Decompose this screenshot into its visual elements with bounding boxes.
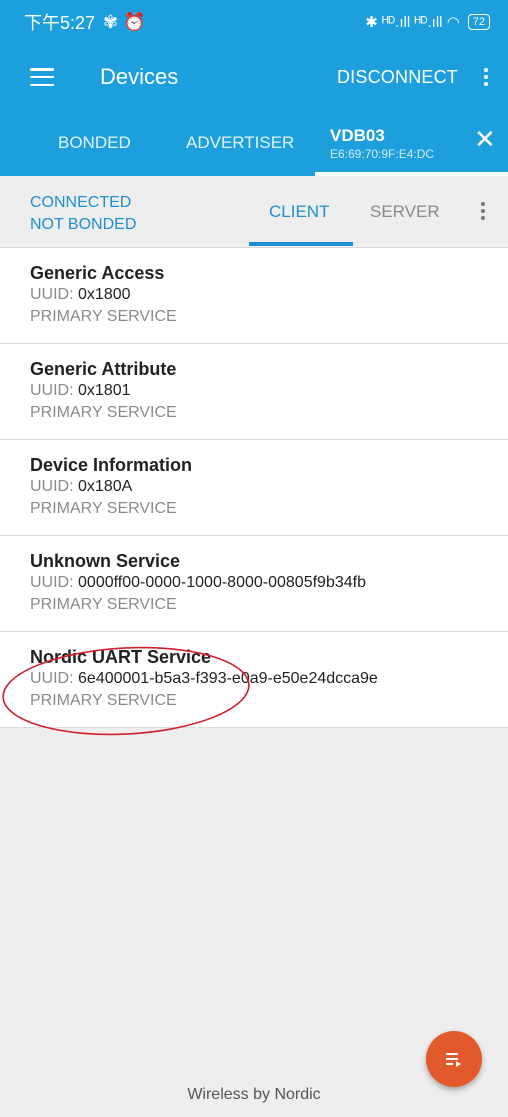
tab-client[interactable]: CLIENT: [269, 202, 329, 222]
service-name: Device Information: [30, 455, 193, 475]
page-title: Devices: [100, 64, 179, 89]
service-item[interactable]: Generic Access UUID: 0x1800 PRIMARY SERV…: [0, 248, 508, 344]
service-uuid: 0000ff00-0000-1000-8000-00805f9b34fb: [78, 574, 366, 591]
connected-label: CONNECTED: [30, 194, 132, 211]
log-fab-button[interactable]: [426, 1031, 482, 1087]
status-glyphs: ✾ ⏰: [103, 11, 146, 32]
service-item[interactable]: Unknown Service UUID: 0000ff00-0000-1000…: [0, 536, 508, 632]
service-name: Generic Access: [30, 263, 165, 283]
service-uuid: 0x180A: [78, 478, 133, 495]
client-tab-indicator: [249, 242, 353, 246]
service-type: PRIMARY SERVICE: [30, 596, 177, 613]
overflow-menu-icon[interactable]: [472, 68, 500, 86]
tab-server[interactable]: SERVER: [370, 202, 440, 222]
status-time: 下午5:27: [24, 13, 96, 33]
device-tabs: BONDED ADVERTISER VDB03 E6:69:70:9F:E4:D…: [0, 110, 508, 176]
service-item[interactable]: Device Information UUID: 0x180A PRIMARY …: [0, 440, 508, 536]
uuid-label: UUID:: [30, 382, 74, 399]
service-type: PRIMARY SERVICE: [30, 308, 177, 325]
service-uuid: 0x1801: [78, 382, 131, 399]
uuid-label: UUID:: [30, 574, 74, 591]
menu-icon[interactable]: [30, 68, 54, 86]
tab-advertiser[interactable]: ADVERTISER: [186, 110, 294, 176]
tab-bonded[interactable]: BONDED: [58, 110, 131, 176]
device-name: VDB03: [330, 125, 385, 145]
uuid-label: UUID:: [30, 286, 74, 303]
log-list-icon: [446, 1053, 461, 1067]
service-type: PRIMARY SERVICE: [30, 500, 177, 517]
annotation-circle: [2, 646, 250, 736]
device-mac: E6:69:70:9F:E4:DC: [330, 146, 435, 161]
footer-text: Wireless by Nordic: [187, 1086, 321, 1103]
bond-label: NOT BONDED: [30, 216, 137, 233]
signal-icon: ✱ ᴴᴰ.ıll ᴴᴰ.ıll ◠: [365, 14, 460, 31]
service-name: Unknown Service: [30, 551, 181, 571]
disconnect-button[interactable]: DISCONNECT: [337, 67, 458, 88]
connection-status: CONNECTED NOT BONDED: [30, 192, 136, 236]
app-bar: Devices DISCONNECT: [0, 44, 508, 110]
service-item[interactable]: Generic Attribute UUID: 0x1801 PRIMARY S…: [0, 344, 508, 440]
uuid-label: UUID:: [30, 478, 74, 495]
service-name: Generic Attribute: [30, 359, 177, 379]
tab-device-vdb03[interactable]: VDB03 E6:69:70:9F:E4:DC: [330, 110, 434, 176]
status-bar: 下午5:27 ✾ ⏰ ✱ ᴴᴰ.ıll ᴴᴰ.ıll ◠ 72: [0, 0, 508, 44]
client-overflow-icon[interactable]: [481, 202, 485, 220]
service-uuid: 0x1800: [78, 286, 131, 303]
connection-bar: CONNECTED NOT BONDED CLIENT SERVER: [0, 176, 508, 248]
close-icon[interactable]: ✕: [474, 124, 496, 155]
service-type: PRIMARY SERVICE: [30, 404, 177, 421]
battery-icon: 72: [467, 14, 490, 30]
status-icons: ✱ ᴴᴰ.ıll ᴴᴰ.ıll ◠ 72: [365, 13, 490, 31]
